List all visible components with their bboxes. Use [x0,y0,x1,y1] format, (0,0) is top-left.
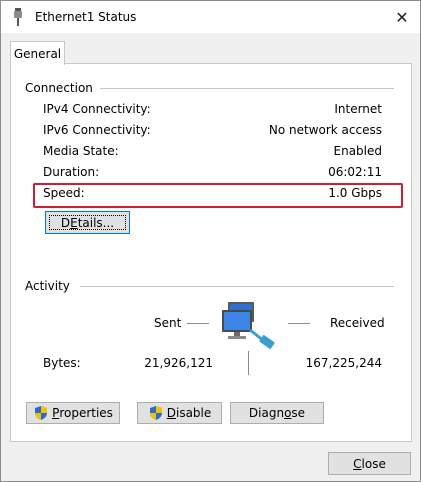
connection-group-line [100,88,394,89]
duration-label: Duration: [43,165,100,179]
activity-vertical-line [248,351,249,375]
disable-mnemonic: D [166,406,176,420]
connection-group-title: Connection [25,81,93,95]
titlebar-close-button[interactable]: ✕ [384,1,420,33]
properties-mnemonic: P [52,406,60,420]
bytes-sent-value: 21,926,121 [144,356,213,370]
speed-label: Speed: [43,186,85,200]
activity-group-title: Activity [25,279,70,293]
network-computers-icon [222,302,275,349]
ethernet-plug-icon [14,8,22,26]
properties-label: roperties [59,406,113,420]
window-title: Ethernet1 Status [35,10,137,24]
duration-value: 06:02:11 [328,165,382,179]
received-connector-line [288,323,310,324]
ipv6-label: IPv6 Connectivity: [43,123,151,137]
disable-button[interactable]: Disable [137,402,222,424]
ipv4-label: IPv4 Connectivity: [43,102,151,116]
close-button[interactable]: Close [328,452,411,475]
media-state-label: Media State: [43,144,119,158]
diagnose-label-post: se [291,406,306,420]
details-button-text-pre: D [60,215,71,230]
tab-general[interactable]: General [10,41,65,65]
diagnose-button[interactable]: Diagn o se [230,402,324,424]
details-button-text-post: tails... [77,215,115,230]
close-label: lose [361,456,386,471]
activity-group-line [80,286,394,287]
tab-general-label: General [13,46,62,61]
bytes-received-value: 167,225,244 [305,356,382,370]
uac-shield-icon [149,406,162,420]
ipv6-value: No network access [268,123,382,137]
general-panel: Connection IPv4 Connectivity: Internet I… [10,63,412,442]
disable-label: isable [175,406,212,420]
speed-value: 1.0 Gbps [328,186,382,200]
sent-label: Sent [154,316,182,330]
diagnose-label-pre: Diagn [248,406,285,420]
diagnose-mnemonic: o [284,406,292,420]
details-button[interactable]: D Etails... [45,211,130,234]
properties-button[interactable]: Properties [26,402,120,424]
sent-connector-line [187,323,209,324]
media-state-value: Enabled [333,144,383,158]
bytes-label: Bytes: [43,356,81,370]
uac-shield-icon [35,406,48,420]
title-bar[interactable]: Ethernet1 Status ✕ [1,1,420,33]
close-icon: ✕ [395,7,409,27]
ipv4-value: Internet [334,102,382,116]
ethernet-status-window: Ethernet1 Status ✕ General Connection IP… [0,0,421,482]
received-label: Received [330,316,385,330]
details-button-mnemonic: E [70,215,78,230]
close-mnemonic: C [353,456,362,471]
